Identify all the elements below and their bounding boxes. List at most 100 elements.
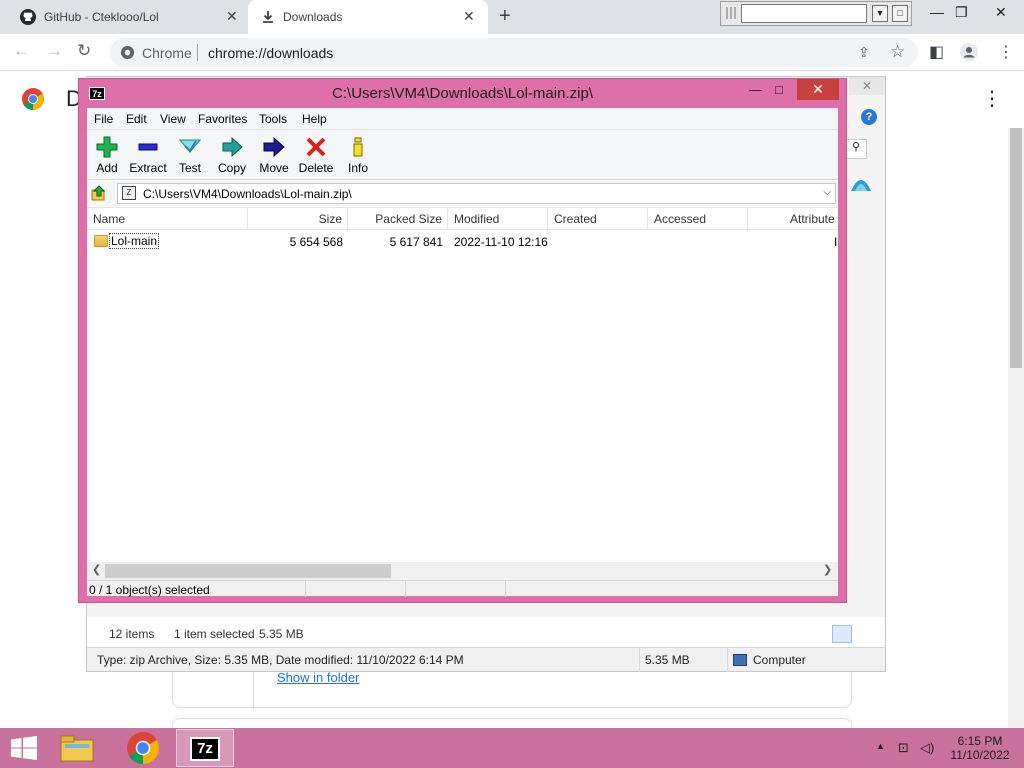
copy-button[interactable]: Copy <box>209 132 255 178</box>
menu-help[interactable]: Help <box>302 112 327 126</box>
chrome-icon <box>120 45 135 60</box>
restore-icon[interactable]: □ <box>892 5 908 22</box>
menu-edit[interactable]: Edit <box>126 112 147 126</box>
7zip-toolbar: Add Extract Test Copy Move Delete Info <box>87 130 838 180</box>
reload-icon[interactable]: ↻ <box>77 41 91 61</box>
row-attributes: I <box>834 235 838 249</box>
bookmark-star-icon[interactable]: ☆ <box>890 42 905 62</box>
title-bar[interactable]: 7z C:\Users\VM4\Downloads\Lol-main.zip\ … <box>79 79 846 107</box>
taskbar-chrome[interactable] <box>114 729 172 767</box>
separator <box>197 44 198 61</box>
preview-view-icon[interactable] <box>855 625 875 643</box>
show-hidden-icons-icon[interactable]: ▲ <box>876 741 885 751</box>
column-modified[interactable]: Modified <box>448 208 548 230</box>
scroll-right-icon[interactable]: ❯ <box>823 563 832 576</box>
close-window-icon[interactable]: ✕ <box>995 4 1007 21</box>
file-list: Name Size Packed Size Modified Created A… <box>87 207 838 562</box>
help-icon[interactable]: ? <box>861 109 877 125</box>
scroll-left-icon[interactable]: ❮ <box>92 563 101 576</box>
move-icon <box>263 136 285 158</box>
menu-file[interactable]: File <box>94 112 113 126</box>
page-menu-icon[interactable]: ⋮ <box>982 86 1002 111</box>
windows-icon[interactable] <box>10 736 38 760</box>
browser-menu-icon[interactable]: ⋮ <box>998 42 1014 62</box>
network-icon[interactable]: ⊡ <box>898 740 909 756</box>
address-bar[interactable]: Chrome chrome://downloads ⇪ ☆ <box>110 38 918 67</box>
up-folder-icon[interactable] <box>91 185 107 201</box>
column-size[interactable]: Size <box>248 208 348 230</box>
close-tab-icon[interactable]: ✕ <box>463 8 475 25</box>
extract-icon <box>138 143 158 151</box>
search-icon[interactable]: ⚲ <box>845 139 867 159</box>
archive-icon: Z <box>122 186 136 200</box>
new-tab-button[interactable]: + <box>499 5 511 28</box>
close-icon[interactable]: ✕ <box>849 77 885 95</box>
path-text: C:\Users\VM4\Downloads\Lol-main.zip\ <box>143 187 352 201</box>
column-packed-size[interactable]: Packed Size <box>348 208 448 230</box>
divider <box>305 581 306 597</box>
scrollbar-thumb[interactable] <box>105 564 391 578</box>
taskbar-file-explorer[interactable] <box>48 729 106 767</box>
details-view-icon[interactable] <box>832 625 852 643</box>
menu-bar: File Edit View Favorites Tools Help <box>87 108 838 130</box>
tab-title: Downloads <box>283 10 343 24</box>
minimize-icon[interactable]: — <box>930 4 944 20</box>
chevron-down-icon[interactable]: ⌵ <box>823 187 831 198</box>
scrollbar-thumb[interactable] <box>1010 128 1022 368</box>
language-bar-input[interactable] <box>741 4 867 23</box>
page-scrollbar[interactable] <box>1008 128 1024 728</box>
shell-icon <box>851 180 871 191</box>
chevron-down-icon[interactable]: ▼ <box>872 5 888 22</box>
add-button[interactable]: Add <box>84 132 130 178</box>
explorer-status-bar: 12 items 1 item selected 5.35 MB <box>87 617 885 649</box>
row-packed-size: 5 617 841 <box>389 235 443 249</box>
menu-tools[interactable]: Tools <box>259 112 287 126</box>
column-attributes[interactable]: Attribute <box>748 208 838 230</box>
close-tab-icon[interactable]: ✕ <box>226 8 238 25</box>
column-accessed[interactable]: Accessed <box>648 208 748 230</box>
folder-icon <box>94 235 108 247</box>
grip-icon[interactable] <box>726 7 738 19</box>
close-icon[interactable]: ✕ <box>797 79 839 100</box>
volume-icon[interactable]: ◁) <box>920 740 934 756</box>
details-size: 5.35 MB <box>645 653 690 667</box>
menu-view[interactable]: View <box>160 112 186 126</box>
path-combobox[interactable]: Z C:\Users\VM4\Downloads\Lol-main.zip\ ⌵ <box>117 183 836 204</box>
test-label: Test <box>178 161 201 175</box>
table-row[interactable]: Lol-main 5 654 568 5 617 841 2022-11-10 … <box>87 232 838 252</box>
github-icon <box>20 9 36 25</box>
language-bar: ▼ □ <box>720 1 912 26</box>
side-panel-icon[interactable]: ◧ <box>929 42 944 62</box>
test-button[interactable]: Test <box>167 132 213 178</box>
delete-button[interactable]: Delete <box>293 132 339 178</box>
tab-github[interactable]: GitHub - Cteklooo/Lol ✕ <box>0 0 248 34</box>
row-size: 5 654 568 <box>289 235 343 249</box>
row-modified: 2022-11-10 12:16 <box>454 235 548 249</box>
clock[interactable]: 6:15 PM 11/10/2022 <box>940 734 1020 762</box>
back-icon[interactable]: ← <box>13 41 30 61</box>
share-icon[interactable]: ⇪ <box>858 44 870 61</box>
menu-favorites[interactable]: Favorites <box>198 112 247 126</box>
column-name[interactable]: Name <box>87 208 248 230</box>
selection-status: 0 / 1 object(s) selected <box>89 583 210 597</box>
column-header-row: Name Size Packed Size Modified Created A… <box>87 208 838 230</box>
address-row: Z C:\Users\VM4\Downloads\Lol-main.zip\ ⌵ <box>87 181 838 206</box>
forward-icon[interactable]: → <box>46 41 63 61</box>
show-in-folder-link[interactable]: Show in folder <box>277 670 359 685</box>
extract-button[interactable]: Extract <box>125 132 171 178</box>
maximize-icon[interactable]: □ <box>775 82 783 97</box>
browser-toolbar: ← → ↻ Chrome chrome://downloads ⇪ ☆ ◧ ⋮ <box>0 34 1024 71</box>
row-name[interactable]: Lol-main <box>109 233 160 249</box>
move-label: Move <box>259 161 289 175</box>
profile-icon[interactable] <box>960 43 978 61</box>
restore-window-icon[interactable]: ❐ <box>955 4 968 21</box>
horizontal-scrollbar[interactable]: ❮ ❯ <box>87 562 838 580</box>
tab-downloads[interactable]: Downloads ✕ <box>248 0 488 34</box>
column-created[interactable]: Created <box>548 208 648 230</box>
info-button[interactable]: Info <box>335 132 381 178</box>
move-button[interactable]: Move <box>251 132 297 178</box>
selected-size: 5.35 MB <box>259 627 304 641</box>
details-location: Computer <box>753 653 806 667</box>
minimize-icon[interactable]: — <box>749 82 762 97</box>
taskbar-7zip[interactable]: 7z <box>176 729 234 767</box>
